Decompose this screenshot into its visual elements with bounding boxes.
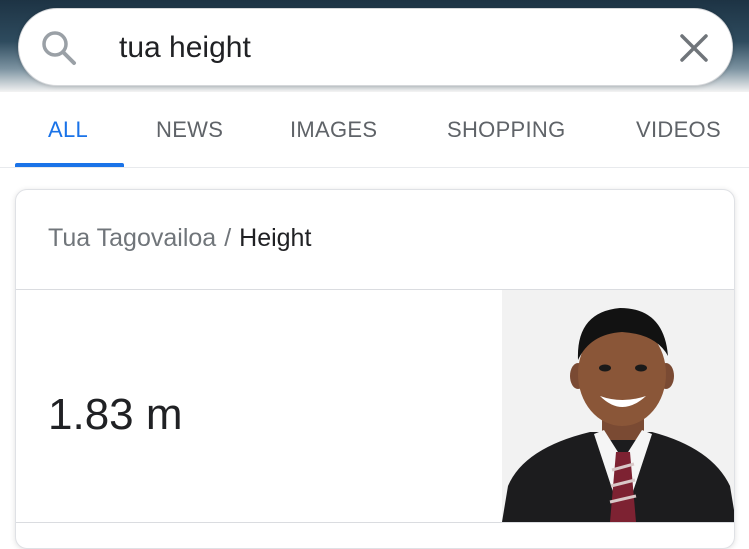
card-bottom-divider (16, 522, 734, 523)
close-icon[interactable] (674, 28, 714, 68)
active-tab-indicator (15, 163, 124, 167)
search-tabs: ALL NEWS IMAGES SHOPPING VIDEOS (0, 92, 749, 168)
search-input[interactable]: tua height (119, 29, 251, 67)
tab-videos[interactable]: VIDEOS (636, 117, 721, 143)
breadcrumb: Tua Tagovailoa / Height (48, 224, 311, 253)
search-icon[interactable] (39, 28, 79, 68)
answer-value: 1.83 m (48, 390, 183, 439)
person-photo[interactable] (502, 290, 735, 522)
answer-card: Tua Tagovailoa / Height 1.83 m (15, 189, 735, 549)
tab-news[interactable]: NEWS (156, 117, 223, 143)
breadcrumb-entity-link[interactable]: Tua Tagovailoa (48, 224, 216, 252)
breadcrumb-separator: / (224, 224, 232, 252)
tab-all[interactable]: ALL (48, 117, 88, 143)
tab-shopping[interactable]: SHOPPING (447, 117, 566, 143)
breadcrumb-attribute: Height (239, 224, 312, 252)
search-bar[interactable]: tua height (18, 8, 733, 86)
tab-images[interactable]: IMAGES (290, 117, 377, 143)
